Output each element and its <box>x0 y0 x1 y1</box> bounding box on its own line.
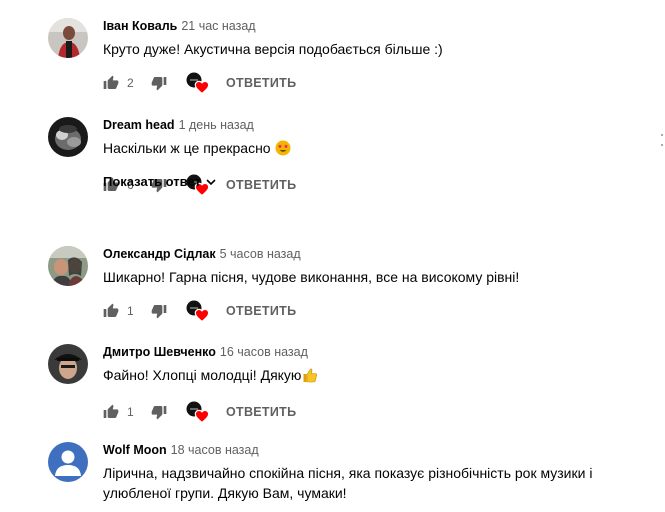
creator-heart-icon <box>185 400 209 424</box>
comment-time[interactable]: 21 час назад <box>181 19 255 33</box>
thumbs-up-icon <box>103 303 119 319</box>
like-count: 1 <box>127 304 134 318</box>
star-struck-emoji <box>275 140 291 161</box>
thumbs-up-emoji <box>302 367 318 388</box>
dislike-button[interactable] <box>151 71 167 95</box>
comment-text-content: Файно! Хлопці молодці! Дякую <box>103 367 302 383</box>
like-button[interactable] <box>103 299 119 323</box>
avatar[interactable] <box>48 246 88 286</box>
thumbs-down-icon <box>151 75 167 91</box>
reply-button[interactable]: ОТВЕТИТЬ <box>226 71 296 95</box>
comment-author[interactable]: Олександр Сідлак <box>103 247 216 261</box>
like-button[interactable] <box>103 71 119 95</box>
like-button[interactable] <box>103 400 119 424</box>
thumbs-up-icon <box>103 75 119 91</box>
comment-time[interactable]: 1 день назад <box>179 118 254 132</box>
comment-time[interactable]: 18 часов назад <box>171 443 259 457</box>
reply-button[interactable]: ОТВЕТИТЬ <box>226 400 296 424</box>
avatar[interactable] <box>48 117 88 157</box>
creator-heart-icon <box>185 71 209 95</box>
dislike-button[interactable] <box>151 400 167 424</box>
comment-actions: 1 ОТВЕТИТЬ <box>103 400 648 424</box>
thumbs-up-icon <box>103 404 119 420</box>
comment-author[interactable]: Іван Коваль <box>103 19 177 33</box>
comment-author[interactable]: Dream head <box>103 118 175 132</box>
like-count: 1 <box>127 405 134 419</box>
comment-actions: 1 ОТВЕТИТЬ <box>103 299 648 323</box>
comment-text: Шикарно! Гарна пісня, чудове виконання, … <box>103 269 520 285</box>
comment-author[interactable]: Дмитро Шевченко <box>103 345 216 359</box>
comment-time[interactable]: 5 часов назад <box>220 247 301 261</box>
comment-time[interactable]: 16 часов назад <box>220 345 308 359</box>
comment-author[interactable]: Wolf Moon <box>103 443 167 457</box>
comments-section: Іван Коваль 21 час назад Круто дуже! Акус… <box>0 0 665 512</box>
dislike-button[interactable] <box>151 299 167 323</box>
avatar[interactable] <box>48 18 88 58</box>
show-replies-label: Показать ответ <box>103 174 201 189</box>
reply-button[interactable]: ОТВЕТИТЬ <box>226 299 296 323</box>
avatar[interactable] <box>48 442 88 482</box>
comment-text: Круто дуже! Акустична версія подобається… <box>103 41 443 57</box>
chevron-down-icon <box>206 179 216 186</box>
like-count: 2 <box>127 76 134 90</box>
creator-heart-icon <box>185 299 209 323</box>
avatar[interactable] <box>48 344 88 384</box>
reply-button[interactable]: ОТВЕТИТЬ <box>226 173 296 197</box>
comment-text-content: Наскільки ж це прекрасно <box>103 140 271 156</box>
thumbs-down-icon <box>151 404 167 420</box>
comment-text: Наскільки ж це прекрасно <box>103 138 648 161</box>
thumbs-down-icon <box>151 303 167 319</box>
comment-text: Файно! Хлопці молодці! Дякую <box>103 365 648 388</box>
comment-actions: 2 ОТВЕТИТЬ <box>103 71 648 95</box>
scrollbar-marker <box>661 134 663 136</box>
comment-text: Лірична, надзвичайно спокійна пісня, яка… <box>103 465 593 501</box>
scrollbar-marker <box>661 144 663 146</box>
show-replies-button[interactable]: Показать ответ <box>103 173 217 191</box>
